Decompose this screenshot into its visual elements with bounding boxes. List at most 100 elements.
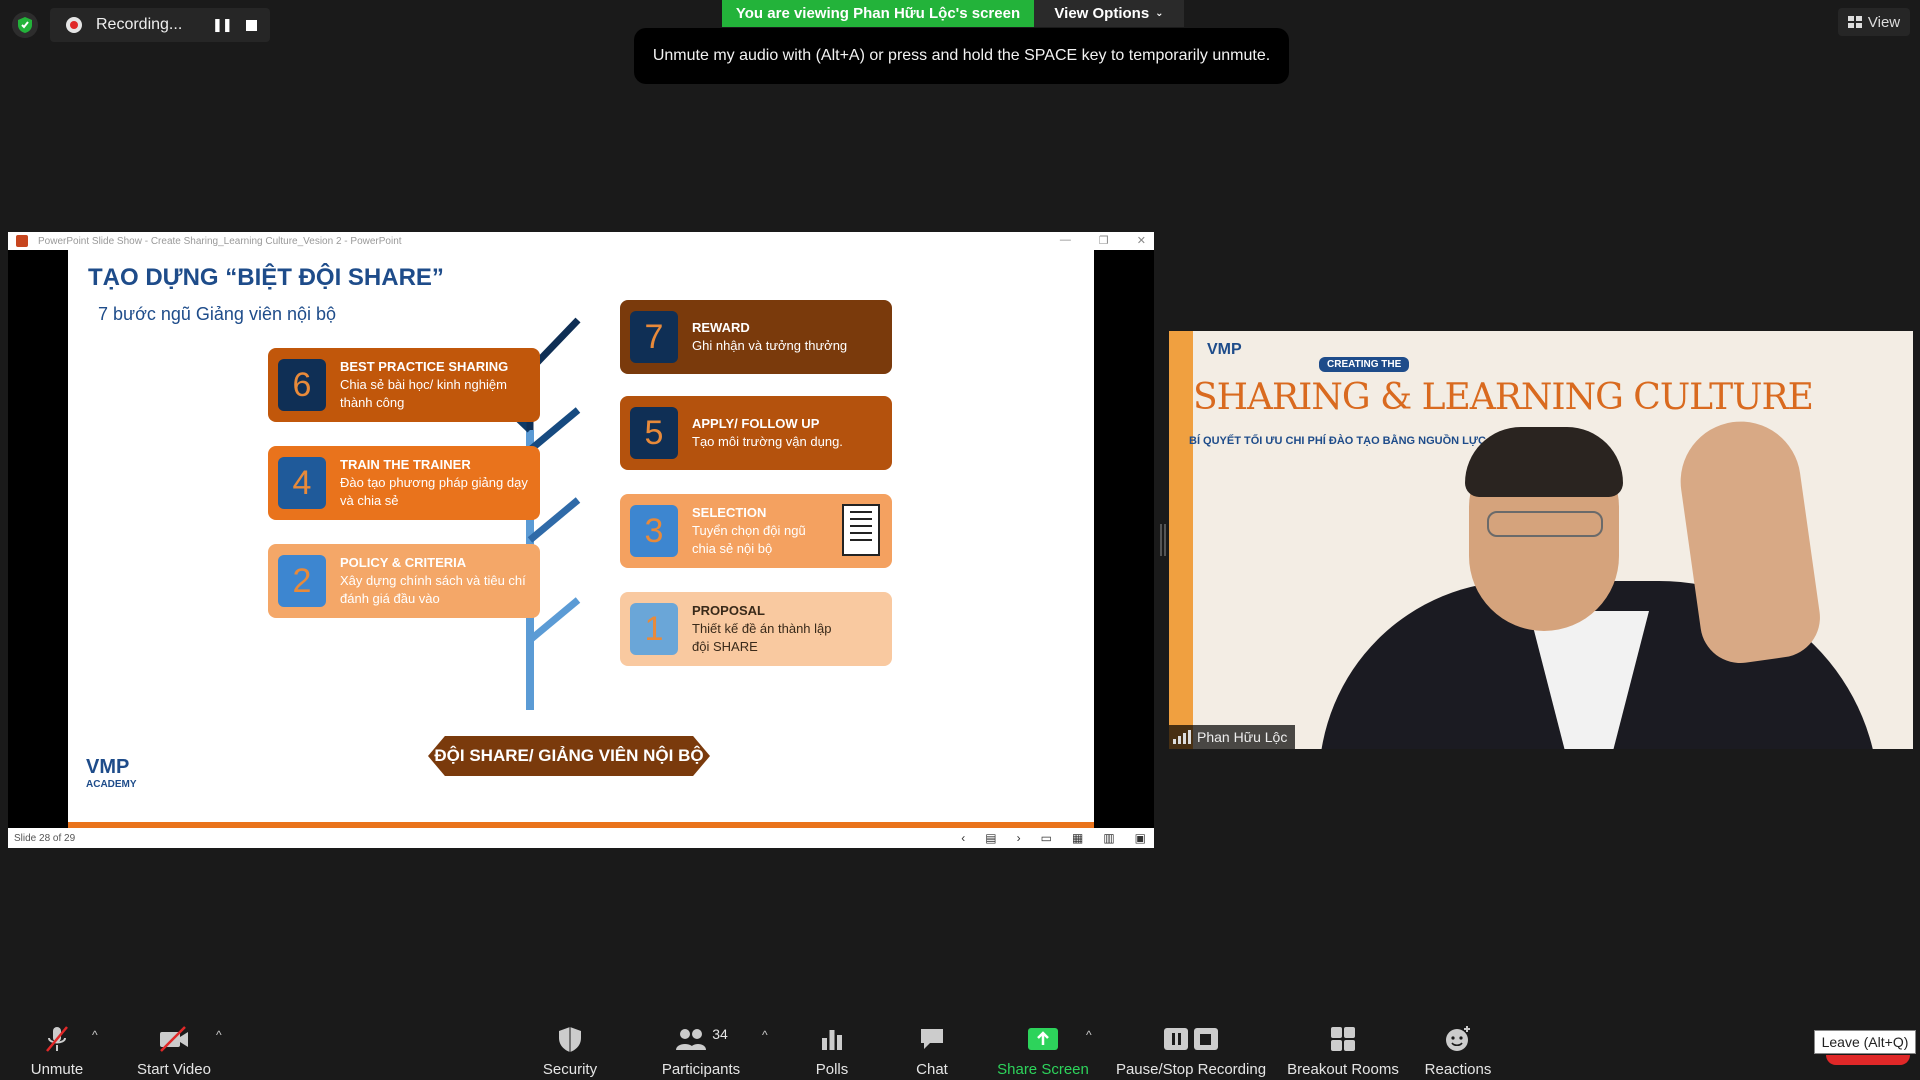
view-options-button[interactable]: View Options ⌄ [1034,0,1184,27]
grid-view-icon [1847,16,1862,28]
step-title: BEST PRACTICE SHARING [340,359,509,374]
base-banner: ĐỘI SHARE/ GIẢNG VIÊN NỘI BỘ [428,736,710,776]
step-number: 6 [278,359,326,411]
start-video-button[interactable]: Start Video [132,1020,216,1080]
background-accent-stripe [1169,331,1193,749]
recording-indicator: Recording... ❚❚ [50,8,270,42]
participants-button[interactable]: 34 Participants [658,1020,744,1080]
share-screen-button[interactable]: Share Screen [996,1020,1090,1080]
breakout-rooms-button[interactable]: Breakout Rooms [1284,1020,1402,1080]
slide-menu-icon[interactable]: ▤ [985,831,996,845]
chevron-down-icon: ⌄ [1155,8,1164,19]
step-desc: Tạo môi trường vận dụng. [692,434,843,449]
pause-stop-recording-button[interactable]: Pause/Stop Recording [1112,1020,1270,1080]
participant-name: Phan Hữu Lộc [1197,729,1288,745]
speaker-video-tile[interactable]: VMP CREATING THE SHARING & LEARNING CULT… [1169,331,1913,749]
ppt-titlebar: PowerPoint Slide Show - Create Sharing_L… [8,232,1154,250]
step-title: SELECTION [692,505,767,520]
participants-count: 34 [712,1026,728,1042]
stop-recording-icon[interactable] [246,20,257,31]
pause-stop-icon [1162,1023,1220,1055]
encryption-shield-icon[interactable] [12,12,38,38]
share-screen-label: Share Screen [997,1061,1089,1078]
speaker-glasses [1487,511,1603,537]
reading-view-icon[interactable]: ▥ [1103,831,1114,845]
security-shield-icon [557,1023,583,1055]
participants-label: Participants [661,1061,741,1078]
unmute-label: Unmute [30,1061,84,1078]
chat-label: Chat [916,1061,948,1078]
signal-strength-icon [1173,730,1191,744]
unmute-button[interactable]: Unmute [22,1020,92,1080]
view-label: View [1867,13,1901,31]
slide-canvas: TẠO DỰNG “BIỆT ĐỘI SHARE” 7 bước ngũ Giả… [68,250,1094,828]
step-card-6: 6 BEST PRACTICE SHARING Chia sẻ bài học/ … [268,348,540,422]
reactions-label: Reactions [1424,1061,1492,1078]
breakout-rooms-label: Breakout Rooms [1287,1061,1399,1078]
step-desc: Xây dựng chính sách và tiêu chí đánh giá… [340,573,526,606]
breakout-rooms-icon [1330,1023,1356,1055]
recording-label: Recording... [96,16,183,33]
normal-view-icon[interactable]: ▭ [1041,831,1052,845]
step-title: TRAIN THE TRAINER [340,457,471,472]
background-heading: SHARING & LEARNING CULTURE [1193,377,1814,418]
next-slide-icon[interactable]: › [1017,831,1021,845]
step-card-7: 7 REWARD Ghi nhận và tưởng thưởng [620,300,892,374]
step-number: 7 [630,311,678,363]
speaker-hair [1465,427,1623,497]
powerpoint-icon [16,235,28,247]
view-button[interactable]: View [1838,8,1910,36]
restore-icon[interactable]: ❐ [1099,234,1109,247]
step-desc: Ghi nhận và tưởng thưởng [692,338,848,353]
pause-recording-icon[interactable]: ❚❚ [212,17,233,33]
pause-stop-recording-label: Pause/Stop Recording [1115,1061,1267,1078]
share-options-caret-icon[interactable]: ^ [1086,1028,1092,1042]
slide-counter: Slide 28 of 29 [14,832,76,844]
step-desc: Chia sẻ bài học/ kinh nghiệm thành công [340,377,507,410]
step-number: 1 [630,603,678,655]
reactions-smiley-icon [1444,1023,1472,1055]
security-button[interactable]: Security [538,1020,602,1080]
background-logo-text: VMP [1207,341,1242,358]
slide-title: TẠO DỰNG “BIỆT ĐỘI SHARE” [88,264,444,291]
participants-caret-icon[interactable]: ^ [762,1028,768,1042]
step-desc: Tuyển chọn đội ngũ chia sẻ nội bộ [692,523,806,556]
polls-bar-chart-icon [820,1023,844,1055]
logo-text: VMP [86,756,130,778]
chat-bubble-icon [918,1023,946,1055]
recording-dot-icon [66,17,82,33]
panel-splitter-handle[interactable] [1160,524,1166,556]
slideshow-icon[interactable]: ▣ [1135,831,1146,845]
polls-button[interactable]: Polls [810,1020,854,1080]
polls-label: Polls [815,1061,849,1078]
audio-options-caret-icon[interactable]: ^ [92,1028,98,1042]
slide-subtitle: 7 bước ngũ Giảng viên nội bộ [98,304,337,324]
step-number: 4 [278,457,326,509]
unmute-tooltip: Unmute my audio with (Alt+A) or press an… [634,28,1289,84]
muted-microphone-icon [42,1023,72,1055]
background-subheading: BÍ QUYẾT TỐI ƯU CHI PHÍ ĐÀO TẠO BẰNG NGU… [1189,435,1509,447]
close-icon[interactable]: ✕ [1137,234,1146,247]
leave-button[interactable] [1826,1055,1910,1065]
chat-button[interactable]: Chat [910,1020,954,1080]
minimize-icon[interactable]: — [1060,234,1071,247]
step-desc: Đào tạo phương pháp giảng dạy và chia sẻ [340,475,528,508]
vmp-academy-logo: VMP ACADEMY [86,756,137,790]
reactions-button[interactable]: Reactions [1420,1020,1496,1080]
start-video-label: Start Video [137,1061,211,1078]
share-screen-icon [1027,1023,1059,1055]
step-title: POLICY & CRITERIA [340,555,467,570]
participant-name-tag: Phan Hữu Lộc [1169,725,1296,749]
step-title: APPLY/ FOLLOW UP [692,416,820,431]
step-card-5: 5 APPLY/ FOLLOW UP Tạo môi trường vận dụn… [620,396,892,470]
step-title: REWARD [692,320,750,335]
step-card-2: 2 POLICY & CRITERIA Xây dựng chính sách v… [268,544,540,618]
previous-slide-icon[interactable]: ‹ [961,831,965,845]
video-off-icon [157,1023,191,1055]
ppt-window-title: PowerPoint Slide Show - Create Sharing_L… [38,235,402,247]
background-creating-badge: CREATING THE [1319,357,1410,372]
document-icon [842,504,880,556]
video-options-caret-icon[interactable]: ^ [216,1028,222,1042]
step-card-4: 4 TRAIN THE TRAINER Đào tạo phương pháp g… [268,446,540,520]
slide-sorter-icon[interactable]: ▦ [1072,831,1083,845]
